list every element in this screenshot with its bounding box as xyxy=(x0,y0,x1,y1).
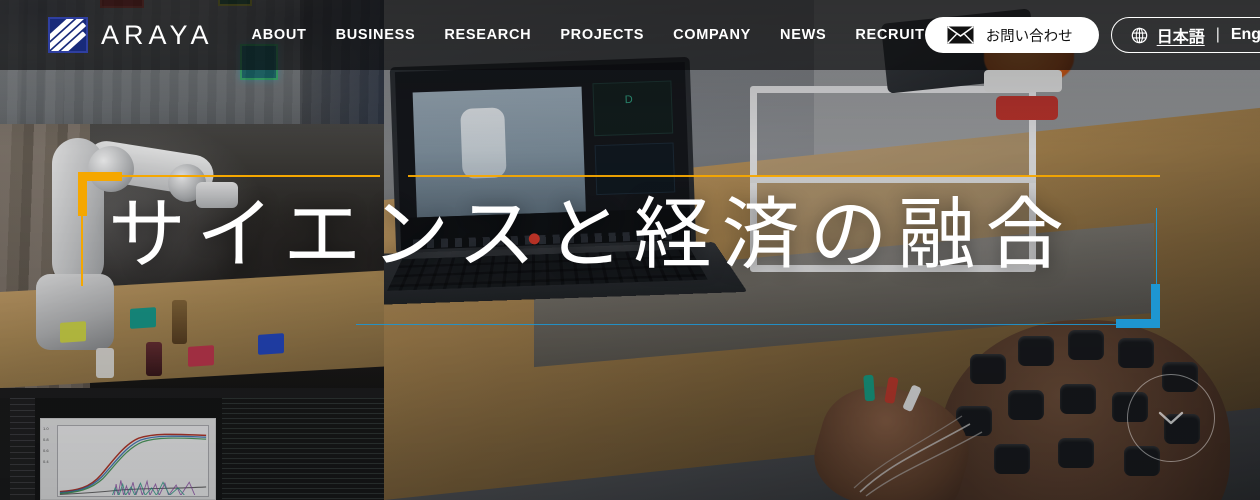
language-switcher[interactable]: 日本語 | English xyxy=(1110,17,1260,53)
nav-projects[interactable]: PROJECTS xyxy=(560,27,644,43)
nav-business[interactable]: BUSINESS xyxy=(336,27,416,43)
frame-line-bottom xyxy=(356,323,1116,325)
araya-diagonal-stripes-logo-icon xyxy=(48,17,88,53)
header-actions: お問い合わせ 日本語 | English xyxy=(924,17,1260,53)
contact-button-label: お問い合わせ xyxy=(985,28,1073,45)
language-option-japanese[interactable]: 日本語 xyxy=(1157,23,1205,47)
frame-corner-bottom-right-vertical xyxy=(1151,284,1160,328)
site-header: ARAYA ABOUT BUSINESS RESEARCH PROJECTS C… xyxy=(0,0,1260,70)
main-navigation: ABOUT BUSINESS RESEARCH PROJECTS COMPANY… xyxy=(252,27,925,43)
frame-line-top-right xyxy=(408,175,1160,177)
frame-corner-top-left-vertical xyxy=(78,172,87,216)
logo[interactable]: ARAYA xyxy=(48,17,214,53)
hero-section: サイエンスと経済の融合 xyxy=(0,0,1260,500)
frame-edge-left xyxy=(81,216,83,286)
nav-about[interactable]: ABOUT xyxy=(252,27,307,43)
contact-button[interactable]: お問い合わせ xyxy=(924,17,1099,53)
nav-news[interactable]: NEWS xyxy=(780,27,826,43)
frame-line-top-left xyxy=(122,175,380,177)
hero-headline: サイエンスと経済の融合 xyxy=(108,190,1074,280)
language-separator: | xyxy=(1215,26,1220,43)
frame-edge-right xyxy=(1155,208,1157,284)
scroll-down-indicator[interactable] xyxy=(1127,374,1215,462)
globe-icon xyxy=(1131,27,1147,43)
envelope-icon xyxy=(947,26,974,44)
nav-research[interactable]: RESEARCH xyxy=(444,27,531,43)
chevron-down-icon xyxy=(1158,411,1184,425)
page-root: 1.00.80.60.4 xyxy=(0,0,1260,500)
nav-company[interactable]: COMPANY xyxy=(673,27,751,43)
logo-text: ARAYA xyxy=(101,19,214,50)
language-option-english[interactable]: English xyxy=(1231,26,1260,44)
nav-recruit[interactable]: RECRUIT xyxy=(855,27,924,43)
